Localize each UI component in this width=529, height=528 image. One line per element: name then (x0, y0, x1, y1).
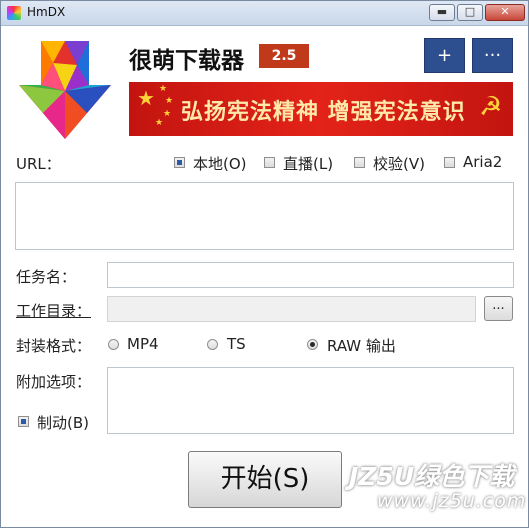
emblem-icon: ☭ (479, 92, 503, 122)
maximize-button[interactable]: □ (457, 4, 483, 21)
star-icon: ★ (155, 118, 164, 128)
constitution-banner: ★ ★ ★ ★ ★ 弘扬宪法精神 增强宪法意识 ☭ (129, 82, 513, 136)
live-label[interactable]: 直播(L) (283, 153, 333, 174)
local-label[interactable]: 本地(O) (193, 153, 247, 174)
force-label[interactable]: 制动(B) (37, 412, 89, 433)
title-bar: HmDX ▬ □ ✕ (1, 1, 528, 26)
window-title: HmDX (27, 5, 66, 19)
live-checkbox[interactable] (264, 157, 275, 168)
format-label: 封装格式： (16, 337, 92, 355)
work-dir-input[interactable] (107, 296, 476, 322)
mp4-label[interactable]: MP4 (127, 335, 159, 353)
watermark-url: www.jz5u.com (377, 490, 527, 512)
ts-label[interactable]: TS (227, 335, 246, 353)
app-icon (7, 6, 21, 20)
version-badge: 2.5 (259, 44, 309, 68)
main-window: HmDX ▬ □ ✕ 很萌下载器 2.5 + ··· ★ ★ ★ ★ ★ 弘扬宪… (0, 0, 529, 528)
url-textarea[interactable] (15, 182, 514, 250)
local-checkbox[interactable] (174, 157, 185, 168)
star-icon: ★ (163, 109, 172, 119)
mp4-radio[interactable] (108, 339, 119, 350)
aria2-checkbox[interactable] (444, 157, 455, 168)
browse-button[interactable]: ... (484, 296, 513, 321)
verify-checkbox[interactable] (354, 157, 365, 168)
raw-label[interactable]: RAW 输出 (327, 335, 396, 356)
extra-options-textarea[interactable] (107, 367, 514, 434)
aria2-label[interactable]: Aria2 (463, 153, 502, 171)
extra-options-label: 附加选项： (16, 373, 92, 391)
star-icon: ★ (165, 96, 174, 106)
minimize-button[interactable]: ▬ (429, 4, 455, 21)
more-button[interactable]: ··· (472, 38, 513, 73)
download-arrow-logo-icon (19, 41, 111, 139)
start-button[interactable]: 开始(S) (188, 451, 342, 508)
force-checkbox[interactable] (18, 416, 29, 427)
ts-radio[interactable] (207, 339, 218, 350)
url-label: URL： (16, 155, 61, 173)
watermark: JZ5U绿色下载 www.jz5u.com (349, 457, 525, 517)
banner-slogan: 弘扬宪法精神 增强宪法意识 (181, 100, 466, 125)
add-button[interactable]: + (424, 38, 465, 73)
star-icon: ★ (137, 86, 155, 110)
work-dir-label[interactable]: 工作目录： (16, 300, 91, 321)
task-name-label: 任务名： (16, 268, 77, 286)
app-name: 很萌下载器 (129, 48, 244, 74)
raw-radio[interactable] (307, 339, 318, 350)
task-name-input[interactable] (107, 262, 514, 288)
watermark-title: JZ5U绿色下载 (349, 462, 515, 491)
close-button[interactable]: ✕ (485, 4, 525, 21)
star-icon: ★ (159, 84, 168, 94)
verify-label[interactable]: 校验(V) (373, 153, 425, 174)
